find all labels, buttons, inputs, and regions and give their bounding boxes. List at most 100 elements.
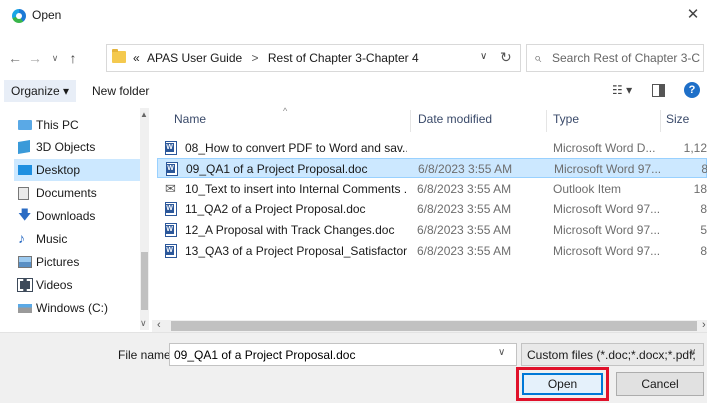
column-divider[interactable] [410, 110, 411, 132]
edge-app-icon [12, 9, 26, 23]
music-icon: ♪ [18, 230, 25, 246]
file-type: Microsoft Word 97... [553, 223, 661, 237]
pictures-icon [18, 256, 32, 268]
refresh-icon[interactable]: ↻ [500, 49, 512, 66]
file-size: 8 [700, 244, 707, 258]
word-document-icon [165, 244, 177, 258]
preview-pane-icon[interactable] [652, 84, 665, 97]
close-button[interactable]: ✕ [682, 4, 704, 26]
sidebar-item-windows-c[interactable]: Windows (C:) [14, 297, 146, 319]
file-name: 10_Text to insert into Internal Comments… [185, 182, 407, 196]
drive-icon [18, 304, 32, 313]
column-header-date-modified[interactable]: Date modified [418, 112, 492, 126]
search-input[interactable] [552, 46, 700, 70]
nav-scrollbar-thumb[interactable] [141, 252, 148, 310]
scroll-right-icon[interactable]: › [702, 319, 706, 331]
navigation-pane: This PC 3D Objects Desktop Documents 🡇 D… [0, 108, 150, 330]
sidebar-item-pictures[interactable]: Pictures [14, 251, 146, 273]
file-name-input[interactable] [169, 343, 517, 366]
file-size: 8 [701, 162, 707, 176]
sidebar-item-label: Windows (C:) [36, 301, 109, 315]
forward-arrow-icon[interactable]: → [26, 49, 44, 67]
file-name-dropdown-chevron-icon[interactable]: ∨ [498, 347, 505, 358]
column-divider[interactable] [660, 110, 661, 132]
word-document-icon [165, 202, 177, 216]
cancel-button[interactable]: Cancel [616, 372, 704, 396]
change-view-icon[interactable]: ☷ ▾ [612, 83, 632, 97]
file-date: 6/8/2023 3:55 AM [417, 182, 512, 196]
file-size: 8 [700, 202, 707, 216]
file-row[interactable]: 11_QA2 of a Project Proposal.doc 6/8/202… [157, 199, 707, 219]
sidebar-item-label: Pictures [36, 255, 80, 269]
sidebar-item-this-pc[interactable]: This PC [14, 114, 146, 136]
file-row[interactable]: 13_QA3 of a Project Proposal_Satisfactor… [157, 241, 707, 261]
file-row[interactable]: 12_A Proposal with Track Changes.doc 6/8… [157, 220, 707, 240]
organize-button[interactable]: Organize ▾ [4, 80, 77, 102]
word-document-icon [165, 141, 177, 155]
breadcrumb: « APAS User Guide > Rest of Chapter 3-Ch… [133, 51, 419, 65]
file-date: 6/8/2023 3:55 AM [417, 202, 512, 216]
file-row-selected[interactable]: 09_QA1 of a Project Proposal.doc 6/8/202… [157, 158, 707, 178]
file-type: Microsoft Word 97... [553, 202, 661, 216]
sidebar-item-desktop[interactable]: Desktop [14, 159, 146, 181]
horizontal-scrollbar-thumb[interactable] [171, 321, 697, 331]
download-icon: 🡇 [18, 207, 32, 222]
scroll-down-icon[interactable]: ∨ [140, 318, 147, 329]
file-row[interactable]: 10_Text to insert into Internal Comments… [157, 179, 707, 199]
column-divider[interactable] [546, 110, 547, 132]
back-arrow-icon[interactable]: ← [6, 49, 24, 67]
sidebar-item-label: This PC [36, 118, 79, 132]
sidebar-item-3d-objects[interactable]: 3D Objects [14, 136, 146, 158]
file-type: Microsoft Word D... [553, 141, 656, 155]
file-type-chevron-icon[interactable]: ∨ [689, 347, 696, 358]
folder-icon [112, 49, 126, 63]
scroll-up-icon[interactable]: ▲ [140, 110, 148, 119]
window-title: Open [32, 8, 62, 22]
file-size: 1,12 [683, 141, 707, 155]
up-arrow-icon[interactable]: ↑ [64, 49, 82, 67]
column-header-type[interactable]: Type [553, 112, 579, 126]
file-name: 11_QA2 of a Project Proposal.doc [185, 202, 366, 216]
file-name-label: File name: [118, 348, 175, 362]
cube-icon [18, 139, 30, 155]
address-dropdown-chevron-icon[interactable]: ∨ [480, 51, 487, 62]
file-size: 18 [693, 182, 707, 196]
file-name: 12_A Proposal with Track Changes.doc [185, 223, 395, 237]
new-folder-button[interactable]: New folder [92, 84, 149, 98]
word-document-icon [165, 223, 177, 237]
sidebar-item-videos[interactable]: Videos [14, 274, 146, 296]
file-type-select[interactable]: Custom files (*.doc;*.docx;*.pdf; [521, 343, 704, 366]
file-name: 08_How to convert PDF to Word and sav... [185, 141, 407, 155]
column-header-size[interactable]: Size [666, 112, 689, 126]
breadcrumb-item-apas-user-guide[interactable]: APAS User Guide [143, 51, 242, 65]
recent-locations-chevron-icon[interactable]: ∨ [46, 49, 64, 67]
file-name: 09_QA1 of a Project Proposal.doc [186, 162, 368, 176]
outlook-mail-icon [165, 183, 179, 195]
breadcrumb-item-current-folder[interactable]: Rest of Chapter 3-Chapter 4 [268, 51, 419, 65]
sidebar-item-music[interactable]: ♪ Music [14, 228, 146, 250]
sidebar-item-label: Music [36, 232, 68, 246]
file-size: 5 [700, 223, 707, 237]
sidebar-item-label: Documents [36, 186, 97, 200]
file-date: 6/8/2023 3:55 AM [417, 223, 512, 237]
open-button[interactable]: Open [522, 373, 603, 395]
file-type: Microsoft Word 97... [554, 162, 662, 176]
sidebar-item-documents[interactable]: Documents [14, 182, 146, 204]
scroll-left-icon[interactable]: ‹ [157, 319, 161, 331]
sort-ascending-icon: ^ [283, 106, 288, 116]
sidebar-item-label: Downloads [36, 209, 96, 223]
file-row[interactable]: 08_How to convert PDF to Word and sav...… [157, 138, 707, 158]
column-header-name[interactable]: Name [174, 112, 206, 126]
sidebar-item-downloads[interactable]: 🡇 Downloads [14, 205, 146, 227]
breadcrumb-separator-icon[interactable]: > [246, 51, 265, 65]
file-date: 6/8/2023 3:55 AM [417, 244, 512, 258]
desktop-icon [18, 165, 32, 175]
sidebar-item-label: 3D Objects [36, 140, 96, 154]
pc-icon [18, 120, 32, 130]
file-date: 6/8/2023 3:55 AM [418, 162, 513, 176]
file-type: Microsoft Word 97... [553, 244, 661, 258]
help-icon[interactable]: ? [684, 82, 700, 98]
search-icon: ⌕ [534, 50, 542, 65]
breadcrumb-overflow[interactable]: « [133, 51, 140, 65]
word-document-icon [166, 162, 178, 176]
